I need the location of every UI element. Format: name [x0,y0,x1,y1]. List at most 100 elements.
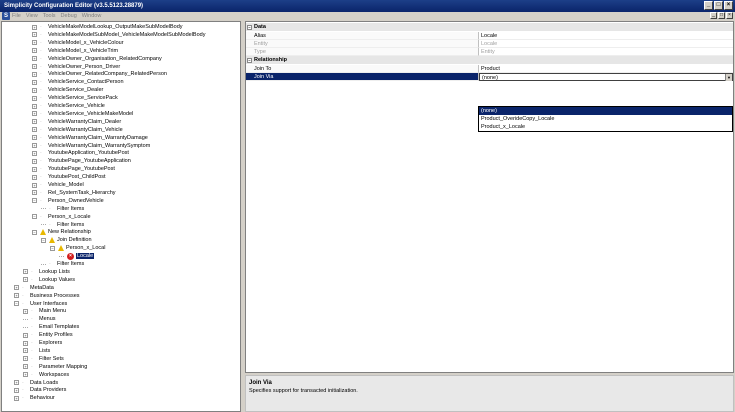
tree-node[interactable]: − · User Interfaces [14,300,67,308]
tree-node[interactable]: + · Entity Profiles [23,331,73,339]
tree-node-label[interactable]: YoutubePost_ChildPost [48,174,106,180]
tree-node-label[interactable]: VehicleService_ContactPerson [48,79,124,85]
tree-node-label[interactable]: Main Menu [39,308,66,314]
collapse-icon[interactable]: − [32,198,37,204]
tree-node[interactable]: + · VehicleOwner_RelatedCompany_RelatedPer… [32,70,167,78]
tree-node-label[interactable]: Join Definition [57,237,92,243]
expand-icon[interactable]: + [32,87,37,93]
property-row[interactable]: Join Via (none) ▼ [246,73,733,81]
tree-node[interactable]: · Menus [23,315,56,323]
tree-node-label[interactable]: VehicleOwner_Person_Driver [48,64,120,70]
configuration-tree[interactable]: + · VehicleMakeModelLookup_OutputMakeSubMo… [1,21,241,412]
collapse-icon[interactable]: − [41,237,46,243]
expand-icon[interactable]: + [23,364,28,370]
tree-node-label[interactable]: Lookup Lists [39,269,70,275]
tree-node[interactable]: + · Rel_SystemTask_Hierarchy [32,189,116,197]
maximize-button[interactable]: □ [714,1,723,10]
tree-node-label[interactable]: VehicleOwner_Organisation_RelatedCompany [48,56,162,62]
tree-node-label[interactable]: YoutubePage_YoutubeApplication [48,158,131,164]
expand-icon[interactable]: + [32,24,37,30]
expand-icon[interactable]: + [14,387,19,393]
minimize-button[interactable]: _ [704,1,713,10]
property-row[interactable]: Join To Product [246,65,733,73]
app-logo-icon[interactable]: S [2,12,10,20]
property-value[interactable]: (none) ▼ [479,73,733,81]
tree-node[interactable]: + · Lookup Values [23,276,75,284]
tree-node-label[interactable]: VehicleWarrantyClaim_Dealer [48,119,121,125]
expand-icon[interactable]: + [32,143,37,148]
tree-node[interactable]: − Person_x_Local [50,244,105,252]
menu-window[interactable]: Window [82,13,102,19]
expand-icon[interactable]: + [23,356,28,362]
tree-node-label[interactable]: VehicleService_VehicleMakeModel [48,111,133,117]
tree-node[interactable]: + · MetaData [14,284,54,292]
doc-close-button[interactable]: × [726,12,733,19]
expand-icon[interactable]: + [32,190,37,196]
tree-node[interactable]: + · Data Providers [14,386,66,394]
tree-node-label[interactable]: Behaviour [30,395,55,401]
expand-icon[interactable]: + [14,380,19,385]
expand-icon[interactable]: + [32,150,37,156]
collapse-icon[interactable]: − [32,214,37,220]
collapse-icon[interactable]: − [14,301,19,306]
expand-icon[interactable]: + [23,348,28,354]
tree-node[interactable]: + · Explorers [23,339,62,347]
tree-node[interactable]: + · VehicleOwner_Person_Driver [32,63,120,71]
tree-node-label[interactable]: YoutubeApplication_YoutubePost [48,150,129,156]
expand-icon[interactable]: + [23,308,28,314]
property-value[interactable]: Product [479,65,733,73]
expand-icon[interactable]: + [23,269,28,275]
expand-icon[interactable]: + [32,119,37,125]
property-row[interactable]: Type Entity [246,48,733,56]
tree-node-label[interactable]: Vehicle_Model [48,182,84,188]
dropdown-option[interactable]: Product_OverideCopy_Locale [479,115,732,123]
tree-node-label[interactable]: Filter Items [57,222,84,228]
tree-node[interactable]: − · Person_OwnedVehicle [32,197,104,205]
expand-icon[interactable]: + [32,48,37,54]
doc-restore-button[interactable]: □ [718,12,725,19]
tree-node[interactable]: · Filter Items [41,260,84,268]
tree-node-label[interactable]: Lookup Values [39,277,75,283]
menu-view[interactable]: View [26,13,38,19]
tree-node-label[interactable]: Workspaces [39,372,69,378]
tree-node[interactable]: · Filter Items [41,221,84,229]
expand-icon[interactable]: + [32,56,37,62]
tree-node-label[interactable]: VehicleModel_x_VehicleTrim [48,48,118,54]
doc-minimize-button[interactable]: _ [710,12,717,19]
tree-node-label[interactable]: VehicleService_ServicePack [48,95,118,101]
tree-node-label[interactable]: VehicleWarrantyClaim_Vehicle [48,127,123,133]
tree-node-label[interactable]: VehicleService_Dealer [48,87,103,93]
tree-node[interactable]: − · Person_x_Locale [32,213,91,221]
expand-icon[interactable]: + [32,174,37,180]
tree-node[interactable]: + · VehicleMakeModelLookup_OutputMakeSubMo… [32,23,183,31]
join-via-dropdown-list[interactable]: (none) Product_OverideCopy_Locale Product_… [478,106,733,132]
tree-node[interactable]: + · YoutubePage_YoutubePost [32,165,115,173]
tree-node-label[interactable]: Data Providers [30,387,66,393]
tree-node-label[interactable]: Parameter Mapping [39,364,87,370]
expand-icon[interactable]: + [23,340,28,346]
tree-node[interactable]: + · Data Loads [14,379,58,387]
tree-node[interactable]: + · Parameter Mapping [23,363,87,371]
tree-node[interactable]: + · VehicleWarrantyClaim_WarrantyDamage [32,134,148,142]
tree-node[interactable]: + · VehicleService_ServicePack [32,94,118,102]
tree-node-label[interactable]: VehicleMakeModelSubModel_VehicleMakeMode… [48,32,205,38]
expand-icon[interactable]: + [14,285,19,291]
expand-icon[interactable]: + [14,293,19,299]
expand-icon[interactable]: + [32,127,37,133]
tree-node[interactable]: + · Filter Sets [23,355,64,363]
tree-node[interactable]: + · VehicleService_ContactPerson [32,78,124,86]
collapse-icon[interactable]: − [247,57,252,63]
menu-tools[interactable]: Tools [43,13,56,19]
tree-node[interactable]: + · VehicleOwner_Organisation_RelatedCompa… [32,55,162,63]
property-row[interactable]: Alias Locale [246,32,733,40]
tree-node[interactable]: − Join Definition [41,236,92,244]
property-row[interactable]: Entity Locale [246,40,733,48]
expand-icon[interactable]: + [14,395,19,401]
tree-node[interactable]: + · Behaviour [14,394,55,402]
tree-node[interactable]: − New Relationship [32,228,91,236]
expand-icon[interactable]: + [32,111,37,117]
tree-node[interactable]: + · VehicleModel_x_VehicleColour [32,39,124,47]
expand-icon[interactable]: + [32,95,37,101]
tree-node[interactable]: + · Business Processes [14,292,80,300]
tree-node[interactable]: + · YoutubePage_YoutubeApplication [32,157,131,165]
